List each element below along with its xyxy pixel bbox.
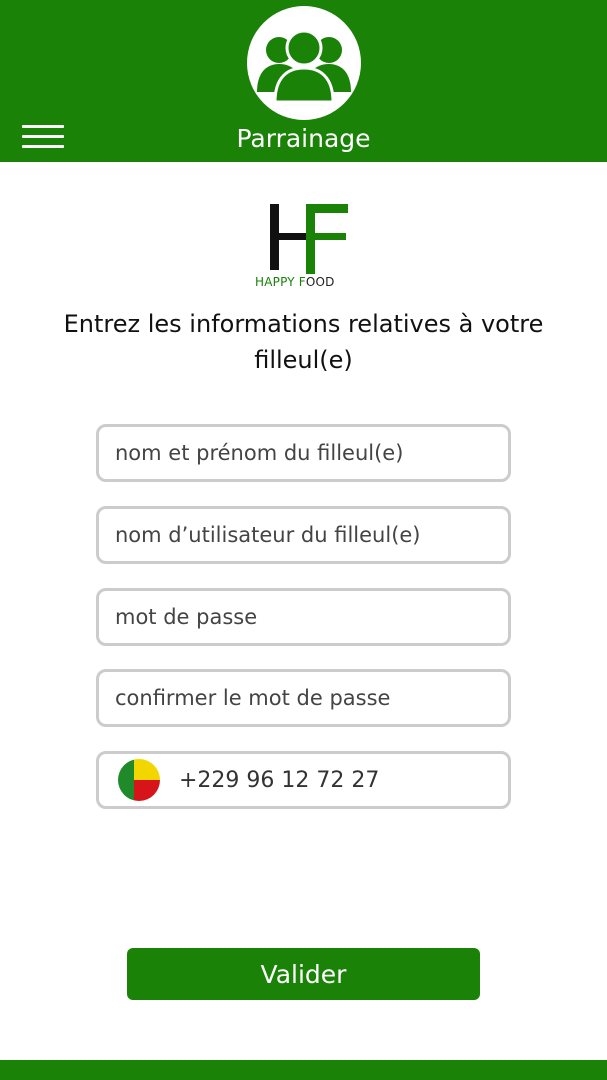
validate-button[interactable]: Valider [127, 948, 480, 1000]
flag-green-band [118, 759, 134, 801]
benin-flag-icon[interactable] [118, 759, 160, 801]
logo-text-happy: HAPPY F [255, 275, 306, 289]
username-input[interactable] [115, 509, 495, 561]
flag-yellow-band [134, 759, 160, 780]
full-name-input[interactable] [115, 427, 495, 479]
full-name-field[interactable] [96, 424, 511, 482]
footer-bar [0, 1060, 607, 1080]
app-header: Parrainage [0, 0, 607, 162]
hf-logo-mark [270, 204, 348, 274]
happy-food-logo: HAPPY FOOD [252, 198, 352, 290]
page-title: Parrainage [236, 124, 371, 153]
username-field[interactable] [96, 506, 511, 564]
users-group-icon [257, 29, 351, 104]
phone-field[interactable] [96, 751, 511, 809]
flag-red-band [134, 780, 160, 801]
confirm-password-input[interactable] [115, 672, 495, 724]
phone-input[interactable] [179, 754, 499, 806]
logo-wordmark: HAPPY FOOD [255, 275, 335, 289]
password-input[interactable] [115, 591, 495, 643]
confirm-password-field[interactable] [96, 669, 511, 727]
instruction-text: Entrez les informations relatives à votr… [63, 310, 544, 374]
referral-avatar [247, 6, 361, 120]
logo-text-food: OOD [305, 275, 335, 289]
password-field[interactable] [96, 588, 511, 646]
